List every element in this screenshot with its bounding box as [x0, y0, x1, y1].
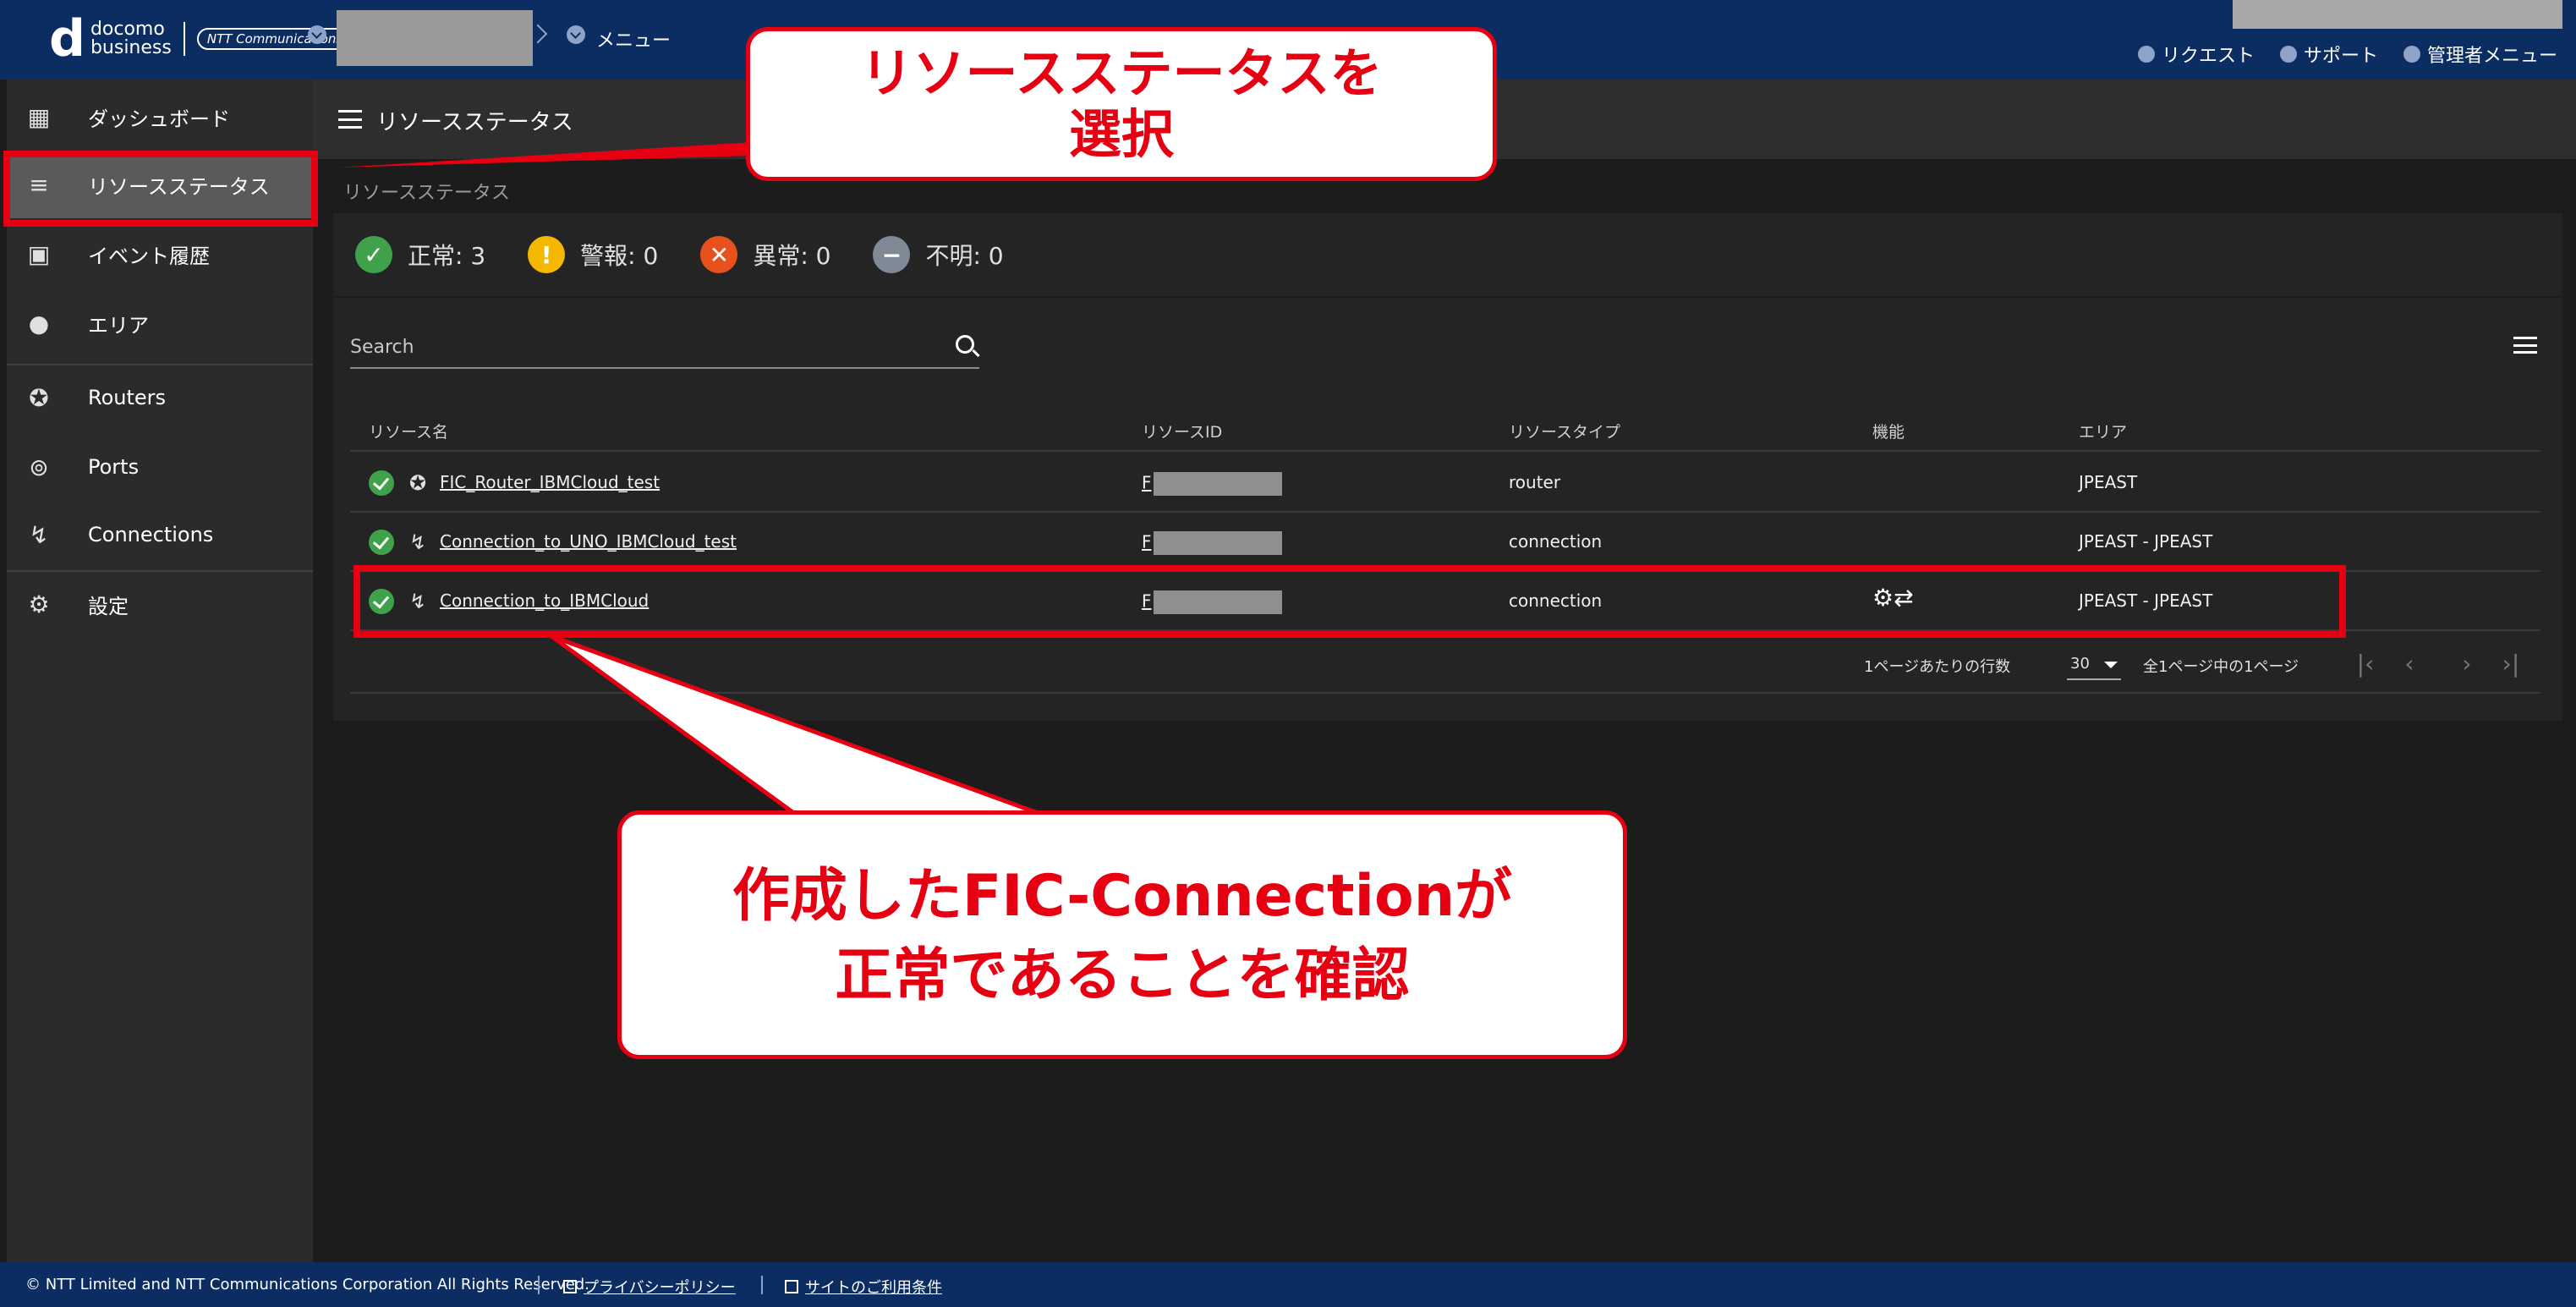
copyright: © NTT Limited and NTT Communications Cor… — [25, 1276, 589, 1293]
callout-pointer-mask — [798, 817, 1037, 821]
external-link-icon — [785, 1280, 798, 1293]
footer-divider — [538, 1276, 540, 1294]
footer-divider — [761, 1276, 763, 1294]
terms-link[interactable]: サイトのご利用条件 — [785, 1276, 942, 1298]
external-link-icon — [563, 1280, 577, 1293]
footer: © NTT Limited and NTT Communications Cor… — [0, 1262, 2576, 1307]
privacy-policy-link[interactable]: プライバシーポリシー — [563, 1276, 736, 1298]
